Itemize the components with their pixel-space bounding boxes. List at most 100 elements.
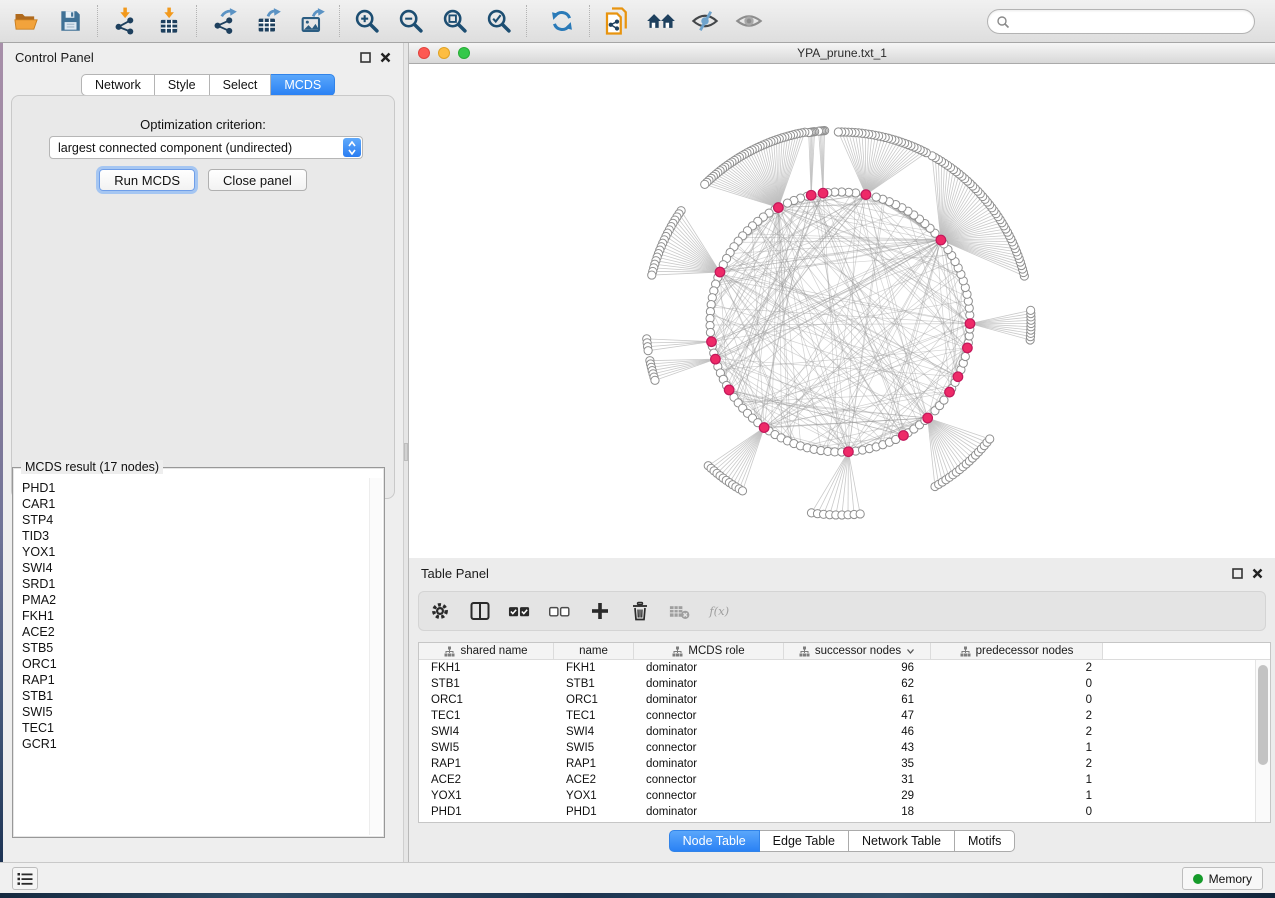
close-panel-icon[interactable]	[1252, 568, 1263, 579]
import-table-icon[interactable]	[147, 2, 191, 40]
mcds-node[interactable]	[806, 190, 816, 200]
table-scrollbar[interactable]	[1255, 660, 1270, 822]
list-item[interactable]: SRD1	[15, 576, 367, 592]
hide-eye-icon[interactable]	[683, 2, 727, 40]
network-node[interactable]	[644, 347, 652, 355]
mcds-node[interactable]	[861, 190, 871, 200]
mcds-node[interactable]	[724, 385, 734, 395]
optimization-criterion-select[interactable]: largest connected component (undirected)	[49, 136, 363, 159]
refresh-icon[interactable]	[540, 2, 584, 40]
table-scrollbar-thumb[interactable]	[1258, 665, 1268, 765]
table-row[interactable]: STB1STB1dominator620	[419, 676, 1255, 692]
network-node[interactable]	[856, 510, 864, 518]
tab-mcds[interactable]: MCDS	[271, 74, 335, 96]
list-item[interactable]: STB1	[15, 688, 367, 704]
mcds-node[interactable]	[936, 235, 946, 245]
export-table-icon[interactable]	[246, 2, 290, 40]
close-panel-icon[interactable]	[380, 52, 391, 63]
list-item[interactable]: PHD1	[15, 480, 367, 496]
list-item[interactable]: SWI4	[15, 560, 367, 576]
mcds-node[interactable]	[844, 447, 854, 457]
mcds-node[interactable]	[899, 431, 909, 441]
maximize-window-icon[interactable]	[458, 47, 470, 59]
zoom-in-icon[interactable]	[345, 2, 389, 40]
toggle-panes-icon[interactable]	[468, 599, 491, 623]
mcds-node[interactable]	[707, 337, 717, 347]
tab-node-table[interactable]: Node Table	[669, 830, 760, 852]
list-item[interactable]: SWI5	[15, 704, 367, 720]
column-header-shared-name[interactable]: shared name	[419, 643, 554, 659]
list-item[interactable]: TID3	[15, 528, 367, 544]
search-box[interactable]	[987, 9, 1255, 34]
memory-button[interactable]: Memory	[1182, 867, 1263, 890]
list-item[interactable]: TEC1	[15, 720, 367, 736]
float-panel-icon[interactable]	[360, 52, 371, 63]
network-node[interactable]	[648, 271, 656, 279]
table-row[interactable]: SWI4SWI4dominator462	[419, 724, 1255, 740]
mcds-node[interactable]	[965, 319, 975, 329]
tab-motifs[interactable]: Motifs	[955, 830, 1015, 852]
minimize-window-icon[interactable]	[438, 47, 450, 59]
list-item[interactable]: PMA2	[15, 592, 367, 608]
table-row[interactable]: ORC1ORC1dominator610	[419, 692, 1255, 708]
select-all-icon[interactable]	[508, 599, 531, 623]
column-header-name[interactable]: name	[554, 643, 634, 659]
network-node[interactable]	[986, 435, 994, 443]
network-node[interactable]	[940, 396, 948, 404]
splitter-handle[interactable]	[404, 443, 408, 461]
network-node[interactable]	[834, 128, 842, 136]
list-item[interactable]: ORC1	[15, 656, 367, 672]
export-image-icon[interactable]	[290, 2, 334, 40]
export-network-icon[interactable]	[202, 2, 246, 40]
table-row[interactable]: RAP1RAP1dominator352	[419, 756, 1255, 772]
network-node[interactable]	[651, 376, 659, 384]
mcds-node[interactable]	[715, 267, 725, 277]
add-column-icon[interactable]	[588, 599, 611, 623]
open-folder-icon[interactable]	[4, 2, 48, 40]
list-item[interactable]: STP4	[15, 512, 367, 528]
mcds-node[interactable]	[923, 413, 933, 423]
tab-select[interactable]: Select	[210, 74, 272, 96]
delete-column-trash-icon[interactable]	[628, 599, 651, 623]
network-node[interactable]	[701, 180, 709, 188]
search-input[interactable]	[1015, 15, 1254, 29]
tab-network-table[interactable]: Network Table	[849, 830, 955, 852]
table-row[interactable]: ACE2ACE2connector311	[419, 772, 1255, 788]
mcds-node[interactable]	[759, 423, 769, 433]
mcds-node[interactable]	[953, 372, 963, 382]
show-eye-icon[interactable]	[727, 2, 771, 40]
network-node[interactable]	[1027, 306, 1035, 314]
network-node[interactable]	[738, 487, 746, 495]
tab-network[interactable]: Network	[81, 74, 155, 96]
table-row[interactable]: YOX1YOX1connector291	[419, 788, 1255, 804]
zoom-fit-icon[interactable]	[433, 2, 477, 40]
network-node[interactable]	[706, 328, 714, 336]
zoom-selected-icon[interactable]	[477, 2, 521, 40]
list-item[interactable]: FKH1	[15, 608, 367, 624]
list-item[interactable]: CAR1	[15, 496, 367, 512]
list-item[interactable]: STB5	[15, 640, 367, 656]
column-header-predecessor-nodes[interactable]: predecessor nodes	[931, 643, 1103, 659]
tab-edge-table[interactable]: Edge Table	[760, 830, 849, 852]
mcds-node[interactable]	[818, 188, 828, 198]
import-network-icon[interactable]	[103, 2, 147, 40]
table-row[interactable]: TEC1TEC1connector472	[419, 708, 1255, 724]
zoom-out-icon[interactable]	[389, 2, 433, 40]
network-view[interactable]	[409, 64, 1275, 558]
mcds-node[interactable]	[774, 203, 784, 213]
table-row[interactable]: FKH1FKH1dominator962	[419, 660, 1255, 676]
network-node[interactable]	[961, 352, 969, 360]
table-row[interactable]: PHD1PHD1dominator180	[419, 804, 1255, 820]
list-item[interactable]: ACE2	[15, 624, 367, 640]
task-history-button[interactable]	[12, 867, 38, 890]
neighbors-icon[interactable]	[639, 2, 683, 40]
run-mcds-button[interactable]: Run MCDS	[99, 169, 195, 191]
list-item[interactable]: GCR1	[15, 736, 367, 752]
settings-gear-icon[interactable]	[428, 599, 451, 623]
table-row[interactable]: SWI5SWI5connector431	[419, 740, 1255, 756]
network-from-selection-icon[interactable]	[595, 2, 639, 40]
close-window-icon[interactable]	[418, 47, 430, 59]
mcds-list-scrollbar[interactable]	[369, 478, 382, 835]
network-node[interactable]	[783, 199, 791, 207]
network-canvas[interactable]	[409, 64, 1275, 558]
